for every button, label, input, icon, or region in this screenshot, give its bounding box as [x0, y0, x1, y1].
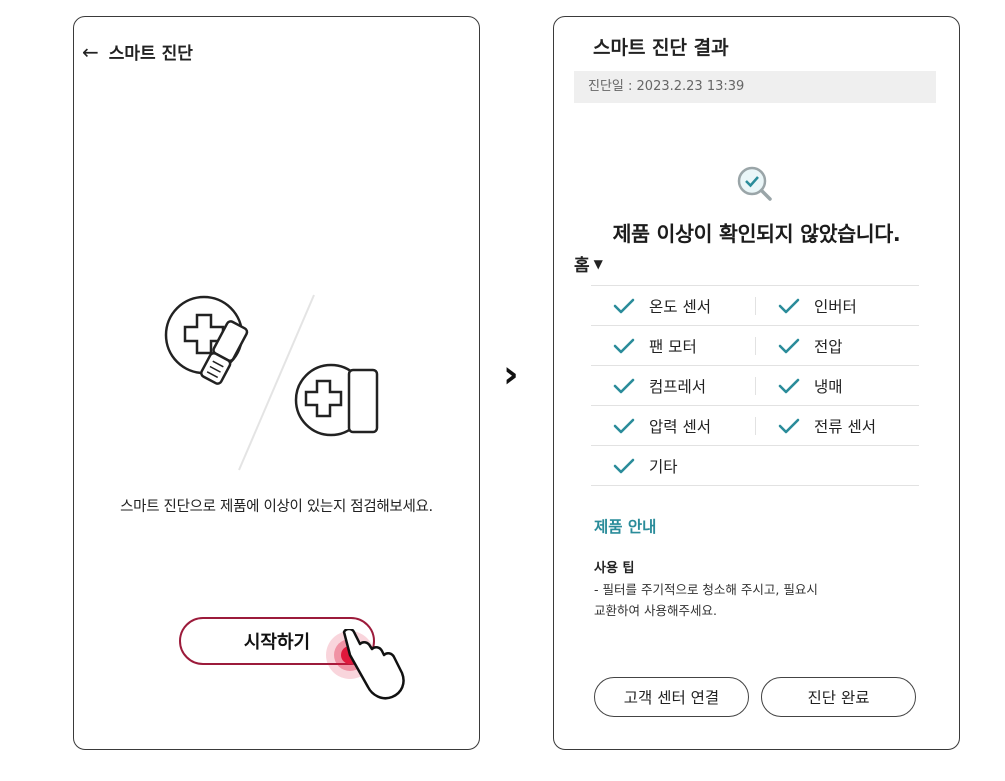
check-row: 컴프레서 냉매 — [591, 365, 919, 405]
check-item-label: 전류 센서 — [814, 417, 876, 436]
check-item-label: 컴프레서 — [649, 377, 707, 396]
check-icon — [778, 338, 800, 353]
result-message: 제품 이상이 확인되지 않았습니다. — [612, 222, 901, 246]
check-list: 온도 센서 인버터팬 모터 전압컴프레서 냉매압력 센서 전류 센서기타 — [591, 285, 919, 486]
chevron-down-icon: ▼ — [593, 256, 603, 271]
check-item: 기타 — [591, 455, 755, 477]
diagnosis-date: 진단일 : 2023.2.23 13:39 — [574, 71, 936, 103]
check-icon — [613, 298, 635, 313]
right-phone-screen: 스마트 진단 결과 진단일 : 2023.2.23 13:39 제품 이상이 확… — [553, 16, 960, 750]
check-item-label: 인버터 — [814, 297, 857, 316]
check-item: 인버터 — [755, 296, 919, 316]
check-row: 팬 모터 전압 — [591, 325, 919, 365]
check-item-label: 기타 — [649, 457, 678, 476]
customer-center-button[interactable]: 고객 센터 연결 — [594, 677, 749, 717]
category-label: 홈 — [574, 256, 590, 276]
check-item-label: 압력 센서 — [649, 417, 711, 436]
check-item: 전류 센서 — [755, 416, 919, 436]
check-item: 압력 센서 — [591, 415, 755, 437]
tip-body: - 필터를 주기적으로 청소해 주시고, 필요시 교환하여 사용해주세요. — [594, 582, 818, 618]
check-icon — [613, 378, 635, 393]
header: ← 스마트 진단 — [82, 39, 193, 65]
check-icon — [778, 298, 800, 313]
check-icon — [778, 378, 800, 393]
check-icon — [613, 418, 635, 433]
intro-text: 스마트 진단으로 제품에 이상이 있는지 점검해보세요. — [120, 499, 433, 515]
check-item: 온도 센서 — [591, 295, 755, 317]
result-title: 스마트 진단 결과 — [593, 37, 729, 59]
check-icon — [613, 458, 635, 473]
check-item-label: 냉매 — [814, 377, 843, 396]
product-guide-title[interactable]: 제품 안내 — [594, 515, 656, 537]
page-title: 스마트 진단 — [108, 44, 193, 64]
left-phone-screen: ← 스마트 진단 스마트 진단으로 제품에 이상이 있는지 점검해보세요. 시작… — [73, 16, 480, 750]
check-item: 팬 모터 — [591, 335, 755, 357]
category-select[interactable]: 홈 ▼ — [574, 251, 603, 276]
check-item-label: 전압 — [814, 337, 843, 356]
check-row: 기타 — [591, 445, 919, 486]
check-item: 컴프레서 — [591, 375, 755, 397]
check-row: 온도 센서 인버터 — [591, 285, 919, 325]
check-row: 압력 센서 전류 센서 — [591, 405, 919, 445]
check-icon — [778, 418, 800, 433]
check-icon — [613, 338, 635, 353]
check-item: 냉매 — [755, 376, 919, 396]
diagnosis-done-button[interactable]: 진단 완료 — [761, 677, 916, 717]
next-arrow-icon: › — [503, 352, 519, 396]
tip-title: 사용 팁 — [594, 561, 635, 576]
check-item-label: 팬 모터 — [649, 337, 697, 356]
magnifier-check-icon — [737, 166, 772, 201]
smart-diagnosis-illustration — [164, 294, 379, 471]
back-arrow-icon[interactable]: ← — [82, 42, 99, 62]
tap-hand-icon — [326, 629, 405, 700]
check-item: 전압 — [755, 336, 919, 356]
check-item-label: 온도 센서 — [649, 297, 711, 316]
